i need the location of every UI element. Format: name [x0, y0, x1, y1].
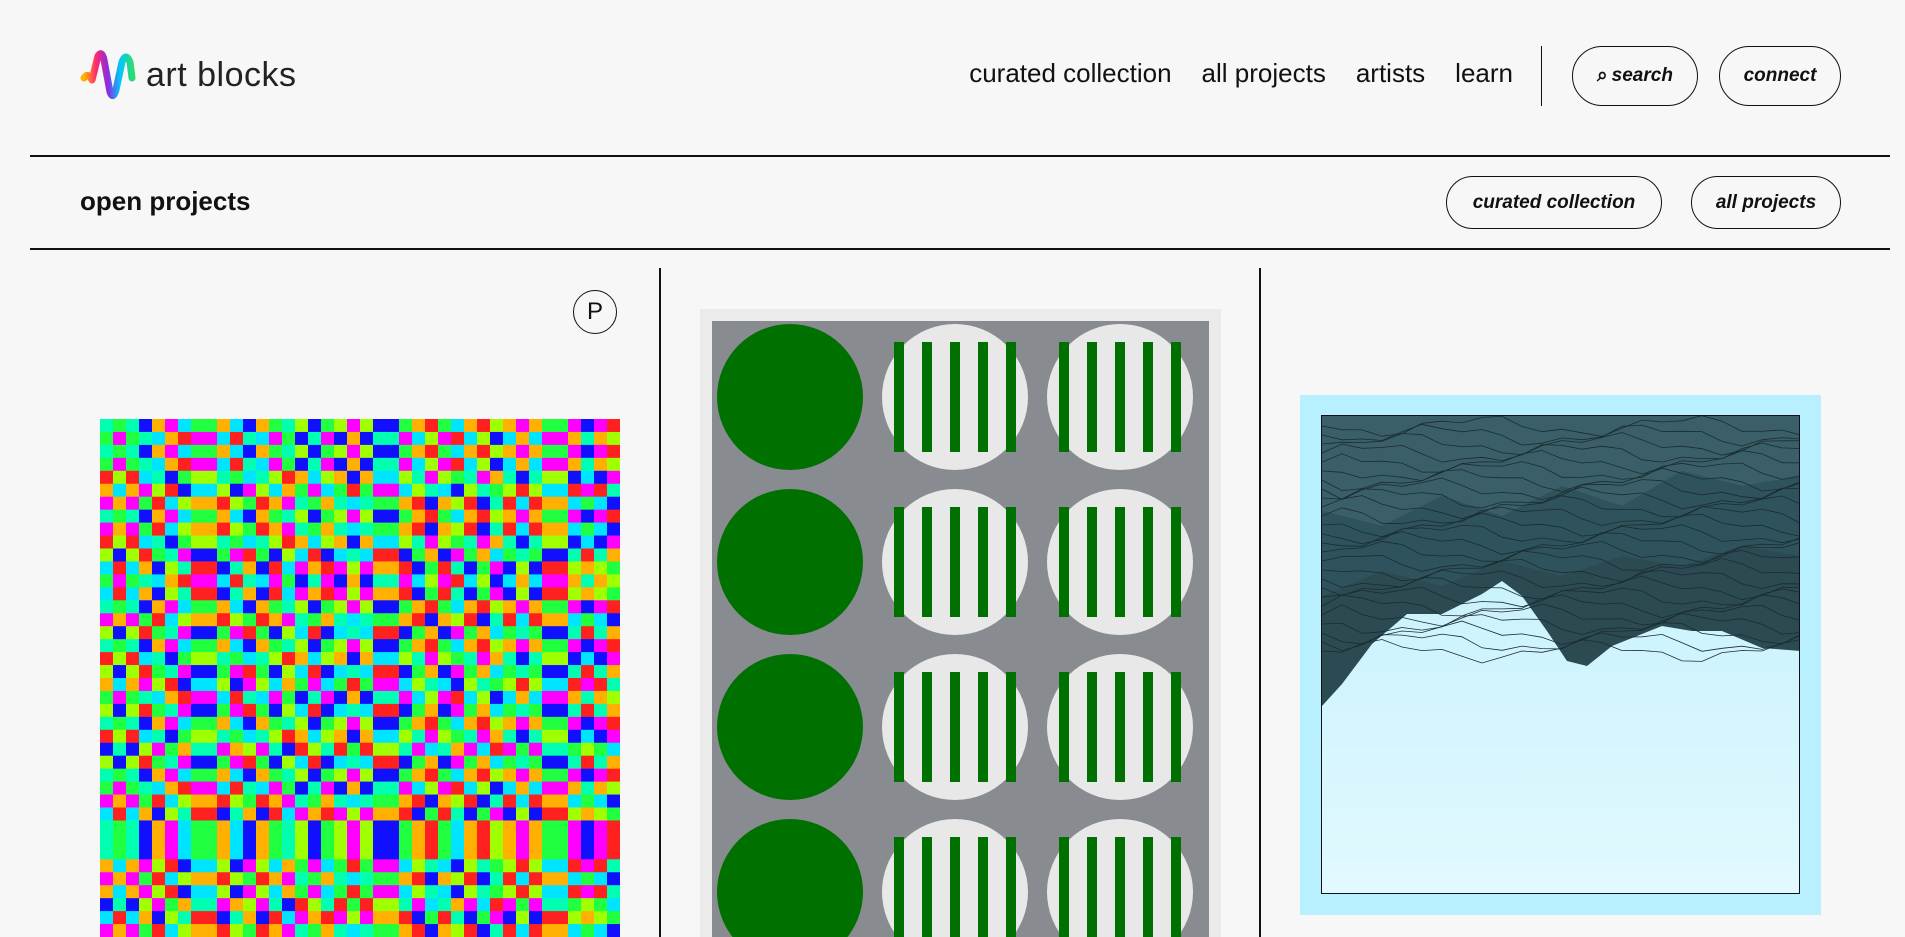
column-divider [1259, 268, 1261, 937]
art-blocks-logo[interactable]: art blocks [80, 48, 297, 102]
nav-all-projects[interactable]: all projects [1202, 58, 1326, 89]
mountain-artwork [1322, 416, 1799, 893]
plaid-artwork [100, 419, 620, 937]
project-badge: P [573, 290, 617, 334]
filter-all-projects[interactable]: all projects [1691, 176, 1841, 229]
column-divider [659, 268, 661, 937]
nav-curated-collection[interactable]: curated collection [969, 58, 1171, 89]
search-label: search [1611, 65, 1673, 86]
header-rule [30, 155, 1890, 157]
connect-button[interactable]: connect [1719, 46, 1841, 106]
site-header: art blocks curated collection all projec… [0, 0, 1905, 155]
circles-artwork [712, 321, 1209, 937]
mountain-frame [1321, 415, 1800, 894]
project-thumbnail-plaid[interactable] [100, 419, 620, 937]
search-icon: ⌕ [1597, 65, 1608, 86]
nav-learn[interactable]: learn [1455, 58, 1513, 89]
page-title: open projects [80, 186, 251, 216]
search-button[interactable]: ⌕ search [1572, 46, 1698, 106]
subheader-rule [30, 248, 1890, 250]
filter-curated-collection[interactable]: curated collection [1446, 176, 1662, 229]
logo-text: art blocks [146, 55, 297, 94]
project-thumbnail-circles[interactable] [700, 309, 1221, 937]
project-thumbnail-mountain[interactable] [1300, 395, 1821, 915]
nav-artists[interactable]: artists [1356, 58, 1425, 89]
main-nav: curated collection all projects artists … [969, 58, 1513, 89]
logo-icon [80, 50, 136, 99]
header-divider [1541, 46, 1542, 106]
